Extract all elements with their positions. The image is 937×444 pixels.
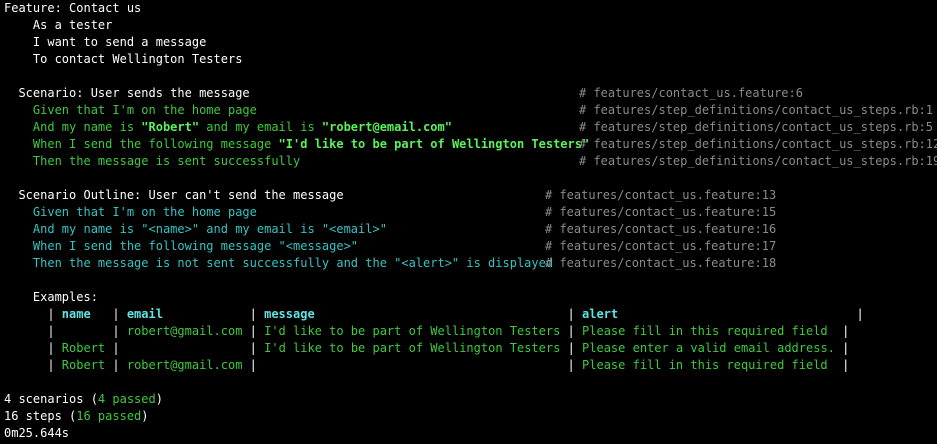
table-cell: Robert bbox=[61, 341, 106, 355]
examples-label: Examples: bbox=[32, 290, 98, 304]
passed-step: And my name is "Robert" and my email is … bbox=[32, 120, 934, 134]
table-cell: Please enter a valid email address. bbox=[582, 341, 835, 355]
outline-step: Then the message is not sent successfull… bbox=[32, 256, 777, 270]
step-argument: "Robert" bbox=[141, 120, 200, 134]
duration: 0m25.644s bbox=[4, 426, 70, 440]
table-cell: Please fill in this required field bbox=[582, 324, 828, 338]
step-location-comment: # features/contact_us.feature:18 bbox=[545, 256, 777, 270]
step-location-comment: # features/contact_us.feature:17 bbox=[545, 239, 777, 253]
scenario-outline-title: Scenario Outline: User can't send the me… bbox=[18, 188, 777, 202]
step-location-comment: # features/step_definitions/contact_us_s… bbox=[579, 137, 937, 151]
table-cell: I'd like to be part of Wellington Tester… bbox=[264, 324, 561, 338]
steps-summary: 16 steps (16 passed) bbox=[4, 409, 149, 423]
feature-narrative-line: I want to send a message bbox=[32, 35, 207, 49]
passed-step: Given that I'm on the home page # feature… bbox=[32, 103, 934, 117]
scenario-title: Scenario: User sends the message # featur… bbox=[18, 86, 803, 100]
outline-step: And my name is "<name>" and my email is … bbox=[32, 222, 777, 236]
scenarios-summary: 4 scenarios (4 passed) bbox=[4, 392, 163, 406]
table-header-cell: name bbox=[61, 307, 91, 321]
feature-title: Feature: Contact us bbox=[4, 1, 142, 15]
step-location-comment: # features/contact_us.feature:15 bbox=[545, 205, 777, 219]
feature-narrative-line: To contact Wellington Testers bbox=[32, 52, 243, 66]
step-location-comment: # features/step_definitions/contact_us_s… bbox=[579, 120, 934, 134]
table-cell: Robert bbox=[61, 358, 106, 372]
passed-count: 4 passed bbox=[97, 392, 156, 406]
table-cell: robert@gmail.com bbox=[126, 358, 243, 372]
table-header-cell: email bbox=[126, 307, 163, 321]
step-location-comment: # features/step_definitions/contact_us_s… bbox=[579, 103, 934, 117]
feature-narrative-line: As a tester bbox=[32, 18, 113, 32]
table-row: | Robert | robert@gmail.com | | Please f… bbox=[4, 358, 850, 372]
table-header-cell: message bbox=[264, 307, 315, 321]
passed-count: 16 passed bbox=[76, 409, 142, 423]
passed-step: When I send the following message "I'd l… bbox=[4, 136, 937, 153]
terminal-window: Feature: Contact us As a tester I want t… bbox=[0, 0, 937, 444]
table-header-cell: alert bbox=[582, 307, 619, 321]
scenario-location-comment: # features/contact_us.feature:13 bbox=[545, 188, 777, 202]
table-cell: robert@gmail.com bbox=[126, 324, 243, 338]
outline-step: Given that I'm on the home page # feature… bbox=[32, 205, 777, 219]
table-row: | Robert | | I'd like to be part of Well… bbox=[4, 341, 850, 355]
examples-table-header: | name | email | message | alert | bbox=[4, 307, 864, 321]
passed-step: Then the message is sent successfully # f… bbox=[4, 153, 937, 170]
scenario-location-comment: # features/contact_us.feature:6 bbox=[579, 86, 803, 100]
table-cell: Please fill in this required field bbox=[582, 358, 828, 372]
step-argument: "I'd like to be part of Wellington Teste… bbox=[278, 137, 590, 151]
step-location-comment: # features/step_definitions/contact_us_s… bbox=[579, 154, 937, 168]
table-row: | | robert@gmail.com | I'd like to be pa… bbox=[4, 324, 850, 338]
outline-step: When I send the following message "<mess… bbox=[32, 239, 777, 253]
step-location-comment: # features/contact_us.feature:16 bbox=[545, 222, 777, 236]
table-cell: I'd like to be part of Wellington Tester… bbox=[264, 341, 561, 355]
step-argument: "robert@email.com" bbox=[321, 120, 452, 134]
